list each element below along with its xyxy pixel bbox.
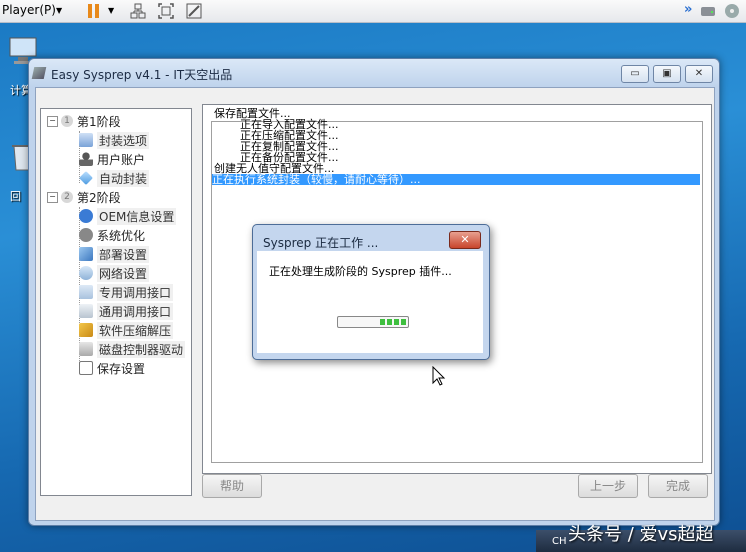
tree-item-save-settings[interactable]: 保存设置 (79, 359, 145, 377)
tree-item-user-accounts[interactable]: 用户账户 (79, 150, 145, 168)
maximize-icon: ▣ (662, 68, 672, 79)
help-button[interactable]: 帮助 (202, 474, 262, 498)
tree-item-label: 保存设置 (97, 361, 146, 376)
network-icon[interactable] (130, 3, 146, 19)
optical-drive-icon[interactable] (724, 3, 740, 19)
tree-item-label: 封装选项 (97, 131, 150, 149)
arrow-icon (79, 171, 93, 185)
deploy-icon (79, 247, 93, 261)
tree-item-packaging-options[interactable]: 封装选项 (79, 131, 150, 149)
script-icon (79, 304, 93, 318)
tree-item-label: 专用调用接口 (97, 283, 174, 301)
chevron-down-icon[interactable]: ▼ (56, 6, 62, 15)
tree-item-general-interface[interactable]: 通用调用接口 (79, 302, 174, 320)
chevron-down-icon[interactable]: ▼ (108, 6, 114, 15)
minimize-button[interactable]: ▭ (621, 65, 649, 83)
tree-item-dedicated-interface[interactable]: 专用调用接口 (79, 283, 174, 301)
unity-icon[interactable] (186, 3, 202, 19)
minimize-icon: ▭ (630, 68, 640, 79)
info-icon (79, 209, 93, 223)
dialog-title: Sysprep 正在工作 ... (263, 236, 379, 250)
input-language-indicator[interactable]: CH (552, 536, 567, 547)
window-title: Easy Sysprep v4.1 - IT天空出品 (51, 68, 233, 82)
title-bar[interactable]: Easy Sysprep v4.1 - IT天空出品 ▭ ▣ ✕ (29, 59, 719, 87)
tree-item-label: 通用调用接口 (97, 302, 174, 320)
app-icon (31, 67, 47, 79)
sysprep-working-dialog: Sysprep 正在工作 ... ✕ 正在处理生成阶段的 Sysprep 插件.… (252, 224, 490, 360)
tree-item-network-settings[interactable]: 网络设置 (79, 264, 150, 282)
collapse-icon[interactable]: − (47, 115, 58, 127)
tree-item-software-unpack[interactable]: 软件压缩解压 (79, 321, 174, 339)
finish-button[interactable]: 完成 (648, 474, 708, 498)
tree-item-system-optimize[interactable]: 系统优化 (79, 226, 145, 244)
close-icon: ✕ (694, 68, 704, 79)
user-icon (79, 152, 93, 166)
step-number-badge: 2 (61, 191, 73, 203)
step-number-badge: 1 (61, 115, 73, 127)
gear-icon (79, 228, 93, 242)
dialog-message: 正在处理生成阶段的 Sysprep 插件... (269, 265, 452, 278)
archive-icon (79, 323, 93, 337)
tree-item-label: 软件压缩解压 (97, 321, 174, 339)
maximize-button[interactable]: ▣ (653, 65, 681, 83)
tree-item-disk-controller-driver[interactable]: 磁盘控制器驱动 (79, 340, 186, 358)
disk-icon (79, 342, 93, 356)
tree-item-label: 磁盘控制器驱动 (97, 340, 186, 358)
watermark: 头条号 / 爱vs超超 (568, 524, 714, 545)
fullscreen-icon[interactable] (158, 3, 174, 19)
player-toolbar: Player(P) ▼ ▼ » (0, 0, 746, 23)
desktop-icon-label: 回 (10, 190, 21, 203)
monitor-icon (79, 133, 93, 147)
pause-icon[interactable] (86, 3, 102, 19)
tree-item-deploy-settings[interactable]: 部署设置 (79, 245, 150, 263)
tree-item-oem-info[interactable]: OEM信息设置 (79, 207, 177, 225)
tree-item-label: 用户账户 (97, 152, 146, 167)
tree-item-label: 自动封装 (97, 169, 150, 187)
tree-stage-2[interactable]: − 2 第2阶段 (47, 188, 121, 206)
network-icon (79, 266, 93, 280)
tree-stage-1[interactable]: − 1 第1阶段 (47, 112, 121, 130)
tree-item-label: 网络设置 (97, 264, 150, 282)
close-icon: ✕ (460, 233, 470, 246)
collapse-icon[interactable]: − (47, 191, 58, 203)
tree-stage-label: 第1阶段 (77, 114, 121, 129)
tree-item-label: OEM信息设置 (97, 207, 177, 225)
save-icon (79, 361, 93, 375)
progress-bar (337, 316, 409, 328)
log-line-selected[interactable]: 正在执行系统封装（较慢，请耐心等待）... (212, 174, 700, 185)
double-chevron-right-icon[interactable]: » (684, 2, 692, 17)
tree-stage-label: 第2阶段 (77, 190, 121, 205)
player-menu[interactable]: Player(P) (2, 3, 56, 17)
tree-item-label: 系统优化 (97, 228, 146, 243)
tree-item-label: 部署设置 (97, 245, 150, 263)
dialog-body: 正在处理生成阶段的 Sysprep 插件... (257, 251, 483, 353)
script-icon (79, 285, 93, 299)
dialog-close-button[interactable]: ✕ (449, 231, 481, 249)
mouse-cursor-icon (432, 365, 446, 389)
hard-disk-icon[interactable] (700, 3, 716, 19)
step-tree[interactable]: − 1 第1阶段 封装选项 用户账户 自动封装 − 2 第2阶段 OEM信息设置… (40, 108, 192, 496)
close-button[interactable]: ✕ (685, 65, 713, 83)
tree-item-auto-package[interactable]: 自动封装 (79, 169, 150, 187)
previous-button[interactable]: 上一步 (578, 474, 638, 498)
